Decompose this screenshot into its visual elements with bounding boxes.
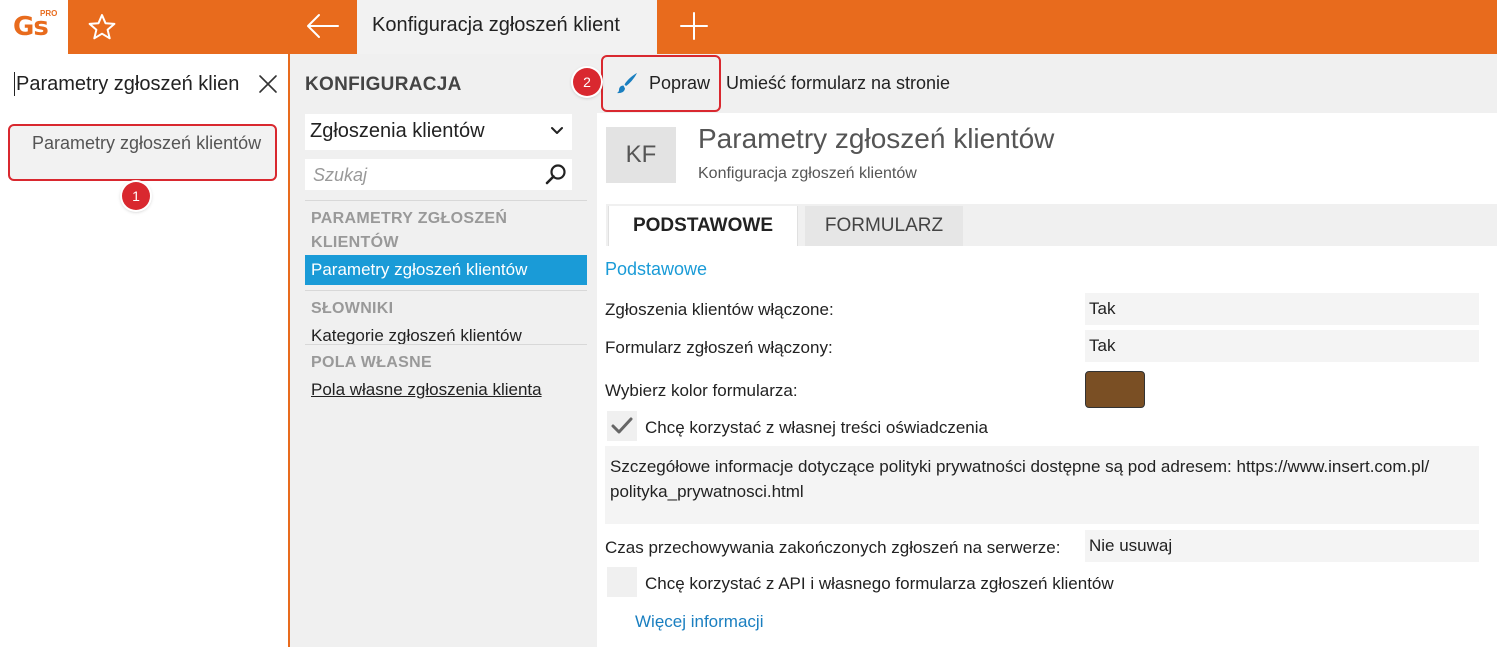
annotation-badge-2: 2 bbox=[573, 68, 601, 96]
page-title: Parametry zgłoszeń klientów bbox=[698, 123, 1055, 154]
edit-button[interactable]: Popraw bbox=[649, 73, 710, 94]
color-label: Wybierz kolor formularza: bbox=[605, 381, 798, 400]
page-subtitle: Konfiguracja zgłoszeń klientów bbox=[698, 165, 917, 182]
nav-item-pola-wlasne[interactable]: Pola własne zgłoszenia klienta bbox=[305, 375, 587, 405]
own-statement-checkbox[interactable] bbox=[607, 411, 637, 441]
tab-formularz[interactable]: FORMULARZ bbox=[805, 206, 963, 246]
api-checkbox[interactable] bbox=[607, 567, 637, 597]
form-enabled-value: Tak bbox=[1085, 330, 1479, 362]
record-avatar: KF bbox=[606, 127, 676, 183]
nav-item-label: Parametry zgłoszeń klientów bbox=[311, 260, 528, 279]
tab-title: Konfiguracja zgłoszeń klient bbox=[372, 14, 620, 36]
search-input[interactable]: Parametry zgłoszeń klien bbox=[10, 68, 282, 102]
app-logo[interactable]: Gs PRO bbox=[0, 0, 68, 54]
config-search-placeholder: Szukaj bbox=[313, 165, 368, 185]
nav-group-parametry: PARAMETRY ZGŁOSZEŃ KLIENTÓW Parametry zg… bbox=[305, 200, 587, 285]
search-panel: Parametry zgłoszeń klien Parametry zgłos… bbox=[0, 54, 290, 647]
module-select-value: Zgłoszenia klientów bbox=[310, 120, 485, 142]
search-result-label: Parametry zgłoszeń klientów bbox=[32, 133, 262, 153]
tab-konfiguracja[interactable]: Konfiguracja zgłoszeń klient bbox=[357, 0, 657, 54]
annotation-badge-1: 1 bbox=[122, 182, 150, 210]
chevron-down-icon bbox=[551, 127, 563, 134]
own-statement-label: Chcę korzystać z własnej treści oświadcz… bbox=[645, 418, 988, 437]
title-bar: Gs PRO Konfiguracja zgłoszeń klient bbox=[0, 0, 1497, 54]
back-arrow-icon[interactable] bbox=[305, 10, 341, 42]
logo-badge: PRO bbox=[40, 9, 58, 18]
more-info-link[interactable]: Więcej informacji bbox=[635, 612, 763, 632]
nav-group-pola-wlasne: POLA WŁASNE Pola własne zgłoszenia klien… bbox=[305, 344, 587, 405]
search-result-item[interactable]: Parametry zgłoszeń klientów bbox=[8, 124, 277, 181]
content-card bbox=[597, 113, 1497, 647]
nav-group-slowniki: SŁOWNIKI Kategorie zgłoszeń klientów bbox=[305, 290, 587, 351]
enabled-label: Zgłoszenia klientów włączone: bbox=[605, 300, 834, 319]
nav-item-label: Pola własne zgłoszenia klienta bbox=[311, 380, 542, 399]
plus-icon[interactable] bbox=[677, 9, 711, 43]
close-icon[interactable] bbox=[256, 72, 280, 96]
module-select[interactable]: Zgłoszenia klientów bbox=[305, 114, 572, 150]
form-enabled-label: Formularz zgłoszeń włączony: bbox=[605, 338, 833, 357]
record-initials: KF bbox=[625, 141, 657, 168]
search-input-value: Parametry zgłoszeń klien bbox=[16, 73, 240, 95]
api-label: Chcę korzystać z API i własnego formular… bbox=[645, 574, 1114, 593]
search-icon[interactable] bbox=[544, 162, 568, 186]
brush-icon[interactable] bbox=[615, 71, 639, 95]
tab-podstawowe[interactable]: PODSTAWOWE bbox=[608, 206, 798, 246]
text-caret bbox=[14, 72, 15, 96]
tab-fade bbox=[617, 0, 657, 54]
nav-group-title: SŁOWNIKI bbox=[311, 300, 394, 317]
section-title: Podstawowe bbox=[605, 259, 708, 279]
nav-group-title: POLA WŁASNE bbox=[311, 354, 432, 371]
retention-label: Czas przechowywania zakończonych zgłosze… bbox=[605, 538, 1061, 557]
star-icon[interactable] bbox=[86, 11, 118, 43]
place-form-button[interactable]: Umieść formularz na stronie bbox=[726, 73, 950, 94]
checkmark-icon bbox=[611, 417, 633, 434]
nav-item-label: Kategorie zgłoszeń klientów bbox=[311, 326, 522, 345]
configuration-nav: KONFIGURACJA Zgłoszenia klientów Szukaj … bbox=[290, 54, 590, 647]
enabled-value: Tak bbox=[1085, 293, 1479, 325]
statement-textarea[interactable]: Szczegółowe informacje dotyczące polityk… bbox=[605, 446, 1479, 524]
nav-group-title: PARAMETRY ZGŁOSZEŃ KLIENTÓW bbox=[311, 210, 508, 251]
config-heading: KONFIGURACJA bbox=[305, 74, 462, 95]
nav-item-parametry-zgloszen[interactable]: Parametry zgłoszeń klientów bbox=[305, 255, 587, 285]
config-search-input[interactable]: Szukaj bbox=[305, 159, 572, 190]
retention-value[interactable]: Nie usuwaj bbox=[1085, 530, 1479, 562]
color-swatch[interactable] bbox=[1085, 371, 1145, 408]
